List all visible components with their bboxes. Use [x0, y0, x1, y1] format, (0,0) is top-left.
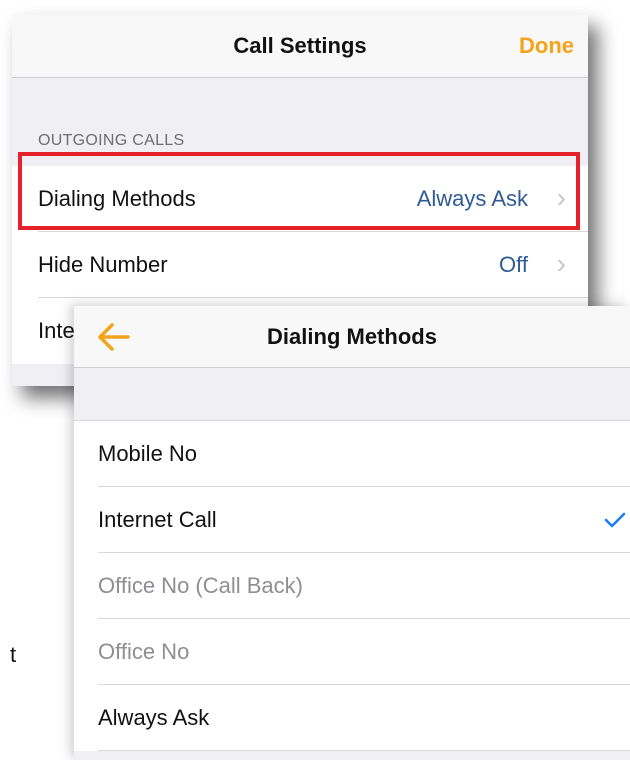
settings-row-label: Dialing Methods — [38, 186, 196, 211]
settings-row-hide-number[interactable]: Hide Number Off › — [12, 232, 588, 298]
checkmark-icon — [604, 512, 626, 528]
done-button[interactable]: Done — [519, 14, 574, 78]
settings-row-value: Always Ask — [416, 186, 528, 211]
dialing-methods-title: Dialing Methods — [267, 324, 437, 349]
truncated-text: t — [10, 642, 17, 667]
option-always-ask[interactable]: Always Ask — [74, 685, 630, 751]
option-label: Mobile No — [98, 441, 198, 466]
option-label: Always Ask — [98, 705, 210, 730]
option-label: Office No (Call Back) — [98, 573, 303, 598]
option-internet-call[interactable]: Internet Call — [74, 487, 630, 553]
option-label: Internet Call — [98, 507, 217, 532]
chevron-right-icon: › — [556, 248, 566, 279]
settings-row-value: Off — [499, 252, 528, 277]
section-header-outgoing-calls: OUTGOING CALLS — [38, 132, 185, 149]
option-mobile-no[interactable]: Mobile No — [74, 421, 630, 487]
row-divider — [98, 750, 630, 751]
settings-row-dialing-methods[interactable]: Dialing Methods Always Ask › — [12, 166, 588, 232]
option-office-no[interactable]: Office No — [74, 619, 630, 685]
settings-row-label: Inte — [38, 318, 75, 343]
call-settings-title: Call Settings — [233, 33, 367, 58]
dialing-methods-nav-bar: Dialing Methods — [74, 306, 630, 368]
chevron-right-icon: › — [556, 182, 566, 213]
dialing-methods-panel: Dialing Methods Mobile No Internet Call … — [74, 306, 630, 760]
option-office-no-call-back[interactable]: Office No (Call Back) — [74, 553, 630, 619]
call-settings-nav-bar: Call Settings Done — [12, 14, 588, 78]
dialing-methods-list: Mobile No Internet Call Office No (Call … — [74, 420, 630, 751]
option-label: Office No — [98, 639, 190, 664]
settings-row-label: Hide Number — [38, 252, 168, 277]
